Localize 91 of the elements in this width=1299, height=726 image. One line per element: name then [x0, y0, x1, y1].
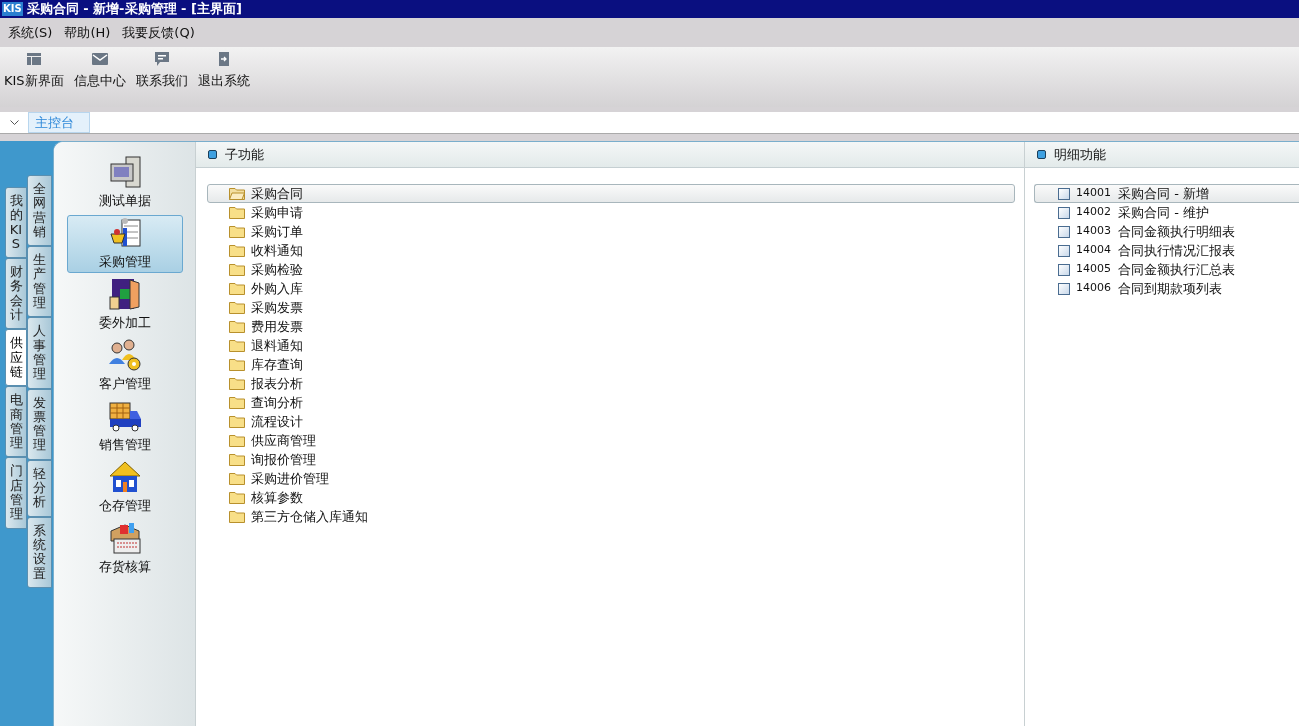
menu-item[interactable]: 我要反馈(Q)	[122, 22, 195, 43]
panel-title: 明细功能	[1054, 145, 1106, 164]
document-icon	[1058, 282, 1070, 295]
document-icon	[1058, 225, 1070, 238]
folder-icon	[229, 282, 245, 295]
folder-icon	[229, 377, 245, 390]
side-tab[interactable]: 门店管理	[5, 457, 27, 529]
folder-icon	[229, 244, 245, 257]
chat-icon	[154, 52, 169, 66]
function-item[interactable]: 采购发票	[207, 298, 1015, 317]
open-folder-icon	[229, 187, 245, 200]
document-icon	[1058, 244, 1070, 257]
folder-icon	[229, 320, 245, 333]
function-item[interactable]: 库存查询	[207, 355, 1015, 374]
folder-icon	[229, 301, 245, 314]
detail-item[interactable]: 14004 合同执行情况汇报表	[1034, 241, 1299, 260]
function-item[interactable]: 流程设计	[207, 412, 1015, 431]
detail-item[interactable]: 14005 合同金额执行汇总表	[1034, 260, 1299, 279]
panel-title: 子功能	[225, 145, 264, 164]
folder-icon	[229, 358, 245, 371]
toolbar-button[interactable]: KIS新界面	[4, 51, 64, 91]
people-gear-icon	[107, 338, 142, 373]
function-item[interactable]: 退料通知	[207, 336, 1015, 355]
function-item[interactable]: 采购订单	[207, 222, 1015, 241]
function-item[interactable]: 询报价管理	[207, 450, 1015, 469]
function-item[interactable]: 采购进价管理	[207, 469, 1015, 488]
layout-icon	[25, 52, 42, 66]
detail-item[interactable]: 14002 采购合同 - 维护	[1034, 203, 1299, 222]
side-tab[interactable]: 人事管理	[27, 317, 52, 389]
detail-item[interactable]: 14001 采购合同 - 新增	[1034, 184, 1299, 203]
square-bullet-icon	[1037, 150, 1046, 159]
door-icon	[107, 277, 142, 312]
module-button[interactable]: 测试单据	[66, 154, 183, 212]
function-item[interactable]: 供应商管理	[207, 431, 1015, 450]
folder-icon	[229, 472, 245, 485]
side-tab[interactable]: 系统设置	[27, 516, 52, 588]
menu-item[interactable]: 系统(S)	[8, 22, 53, 43]
module-button[interactable]: 采购管理	[66, 215, 183, 273]
folder-icon	[229, 434, 245, 447]
house-icon	[107, 460, 142, 495]
mail-icon	[91, 53, 108, 65]
folder-icon	[229, 453, 245, 466]
box-calculator-icon	[107, 521, 142, 556]
document-icon	[1058, 187, 1070, 200]
square-bullet-icon	[208, 150, 217, 159]
detail-item[interactable]: 14006 合同到期款项列表	[1034, 279, 1299, 298]
function-item[interactable]: 收料通知	[207, 241, 1015, 260]
app-logo: KIS	[2, 2, 23, 16]
side-tab[interactable]: 轻分析	[27, 459, 52, 517]
module-button[interactable]: 客户管理	[66, 337, 183, 395]
folder-icon	[229, 510, 245, 523]
exit-icon	[218, 52, 229, 66]
toolbar-button[interactable]: 退出系统	[197, 51, 250, 91]
side-tab[interactable]: 供应链	[5, 329, 27, 387]
folder-icon	[229, 491, 245, 504]
function-item[interactable]: 费用发票	[207, 317, 1015, 336]
side-tab[interactable]: 财务会计	[5, 258, 27, 330]
function-item[interactable]: 外购入库	[207, 279, 1015, 298]
monitor-icon	[107, 155, 142, 190]
folder-icon	[229, 225, 245, 238]
module-button[interactable]: 销售管理	[66, 398, 183, 456]
side-tab[interactable]: 我的KIS	[5, 187, 27, 259]
side-tab[interactable]: 发票管理	[27, 388, 52, 460]
folder-icon	[229, 263, 245, 276]
chevron-down-icon[interactable]	[9, 120, 19, 125]
truck-icon	[107, 399, 142, 434]
document-icon	[1058, 206, 1070, 219]
function-item[interactable]: 报表分析	[207, 374, 1015, 393]
function-item[interactable]: 采购检验	[207, 260, 1015, 279]
function-item[interactable]: 采购申请	[207, 203, 1015, 222]
detail-item[interactable]: 14003 合同金额执行明细表	[1034, 222, 1299, 241]
module-button[interactable]: 存货核算	[66, 520, 183, 578]
function-item[interactable]: 采购合同	[207, 184, 1015, 203]
toolbar-button[interactable]: 联系我们	[135, 51, 188, 91]
function-item[interactable]: 查询分析	[207, 393, 1015, 412]
folder-icon	[229, 396, 245, 409]
toolbar-button[interactable]: 信息中心	[73, 51, 126, 91]
folder-icon	[229, 415, 245, 428]
module-button[interactable]: 仓存管理	[66, 459, 183, 517]
document-icon	[1058, 263, 1070, 276]
function-item[interactable]: 第三方仓储入库通知	[207, 507, 1015, 526]
side-tab[interactable]: 生产管理	[27, 246, 52, 318]
folder-icon	[229, 339, 245, 352]
side-tab[interactable]: 电商管理	[5, 386, 27, 458]
window-title: 采购合同 - 新增-采购管理 - [主界面]	[26, 0, 242, 19]
module-button[interactable]: 委外加工	[66, 276, 183, 334]
function-item[interactable]: 核算参数	[207, 488, 1015, 507]
folder-icon	[229, 206, 245, 219]
document-tab[interactable]: 主控台	[28, 112, 90, 133]
side-tab[interactable]: 全网营销	[27, 175, 52, 247]
menu-item[interactable]: 帮助(H)	[64, 22, 111, 43]
